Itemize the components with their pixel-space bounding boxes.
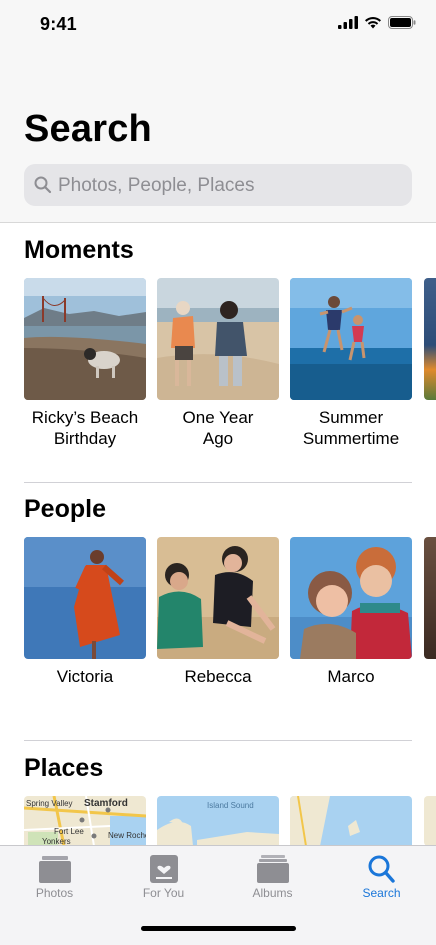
battery-icon	[388, 16, 416, 29]
person-photo	[157, 537, 279, 659]
status-icons	[338, 16, 416, 29]
moment-caption: Ricky’s Beach Birthday	[15, 407, 155, 449]
places-section-title: Places	[24, 754, 104, 782]
photos-icon	[39, 856, 71, 883]
person-thumb-victoria[interactable]	[24, 537, 146, 659]
section-divider	[24, 482, 412, 483]
person-name: Marco	[327, 667, 375, 686]
status-bar: 9:41	[0, 0, 436, 52]
person-name: Victoria	[56, 667, 114, 686]
tab-albums[interactable]: Albums	[218, 846, 327, 906]
moment-caption-line2: Ago	[202, 429, 234, 448]
search-input[interactable]	[56, 164, 400, 208]
person-photo	[290, 537, 412, 659]
search-icon	[368, 855, 395, 883]
moment-photo	[24, 278, 146, 400]
moment-caption-line2: Summertime	[302, 429, 400, 448]
magnifier-icon	[34, 176, 52, 194]
map-label: Spring Valley	[26, 799, 73, 808]
tab-label: For You	[142, 886, 185, 900]
moment-photo	[290, 278, 412, 400]
map-label: New Rochelle	[108, 831, 146, 840]
wifi-icon	[365, 17, 381, 29]
home-indicator	[141, 926, 296, 931]
map-image: Island Sound	[157, 796, 279, 846]
people-section-title: People	[24, 495, 106, 523]
map-label: Stamford	[84, 798, 128, 809]
map-image: Spring Valley Stamford Fort Lee Yonkers …	[24, 796, 146, 846]
person-photo	[24, 537, 146, 659]
tab-label: Photos	[35, 886, 74, 900]
place-map-partial[interactable]	[424, 796, 436, 846]
person-thumb-partial[interactable]	[424, 537, 436, 659]
map-image	[290, 796, 412, 846]
moment-caption: Summer Summertime	[281, 407, 421, 449]
for-you-icon	[150, 855, 178, 883]
signal-icon	[338, 16, 358, 29]
page-title: Search	[24, 108, 152, 150]
tab-for-you[interactable]: For You	[109, 846, 218, 906]
person-thumb-rebecca[interactable]	[157, 537, 279, 659]
moment-thumb-one-year-ago[interactable]	[157, 278, 279, 400]
place-map-island-sound[interactable]: Island Sound	[157, 796, 279, 846]
moment-caption-line1: Summer	[318, 408, 384, 427]
albums-icon	[257, 855, 289, 883]
moment-caption-line1: Ricky’s Beach	[31, 408, 139, 427]
moment-thumb-beach-birthday[interactable]	[24, 278, 146, 400]
moments-section-title: Moments	[24, 236, 134, 264]
tab-search[interactable]: Search	[327, 846, 436, 906]
person-name: Rebecca	[184, 667, 252, 686]
section-divider	[24, 740, 412, 741]
moment-photo	[157, 278, 279, 400]
tab-label: Search	[362, 886, 401, 900]
tab-label: Albums	[252, 886, 293, 900]
search-header: Search	[0, 52, 436, 223]
map-label: Fort Lee	[54, 827, 84, 836]
place-map-coast[interactable]	[290, 796, 412, 846]
map-label: Island Sound	[207, 801, 254, 810]
moment-thumb-summer[interactable]	[290, 278, 412, 400]
search-field[interactable]	[24, 164, 412, 208]
moment-caption-line2: Birthday	[53, 429, 117, 448]
tab-photos[interactable]: Photos	[0, 846, 109, 906]
status-time: 9:41	[40, 14, 77, 34]
moment-caption: One Year Ago	[148, 407, 288, 449]
place-map-stamford[interactable]: Spring Valley Stamford Fort Lee Yonkers …	[24, 796, 146, 846]
moment-thumb-partial[interactable]	[424, 278, 436, 400]
person-thumb-marco[interactable]	[290, 537, 412, 659]
moment-caption-line1: One Year	[182, 408, 254, 427]
